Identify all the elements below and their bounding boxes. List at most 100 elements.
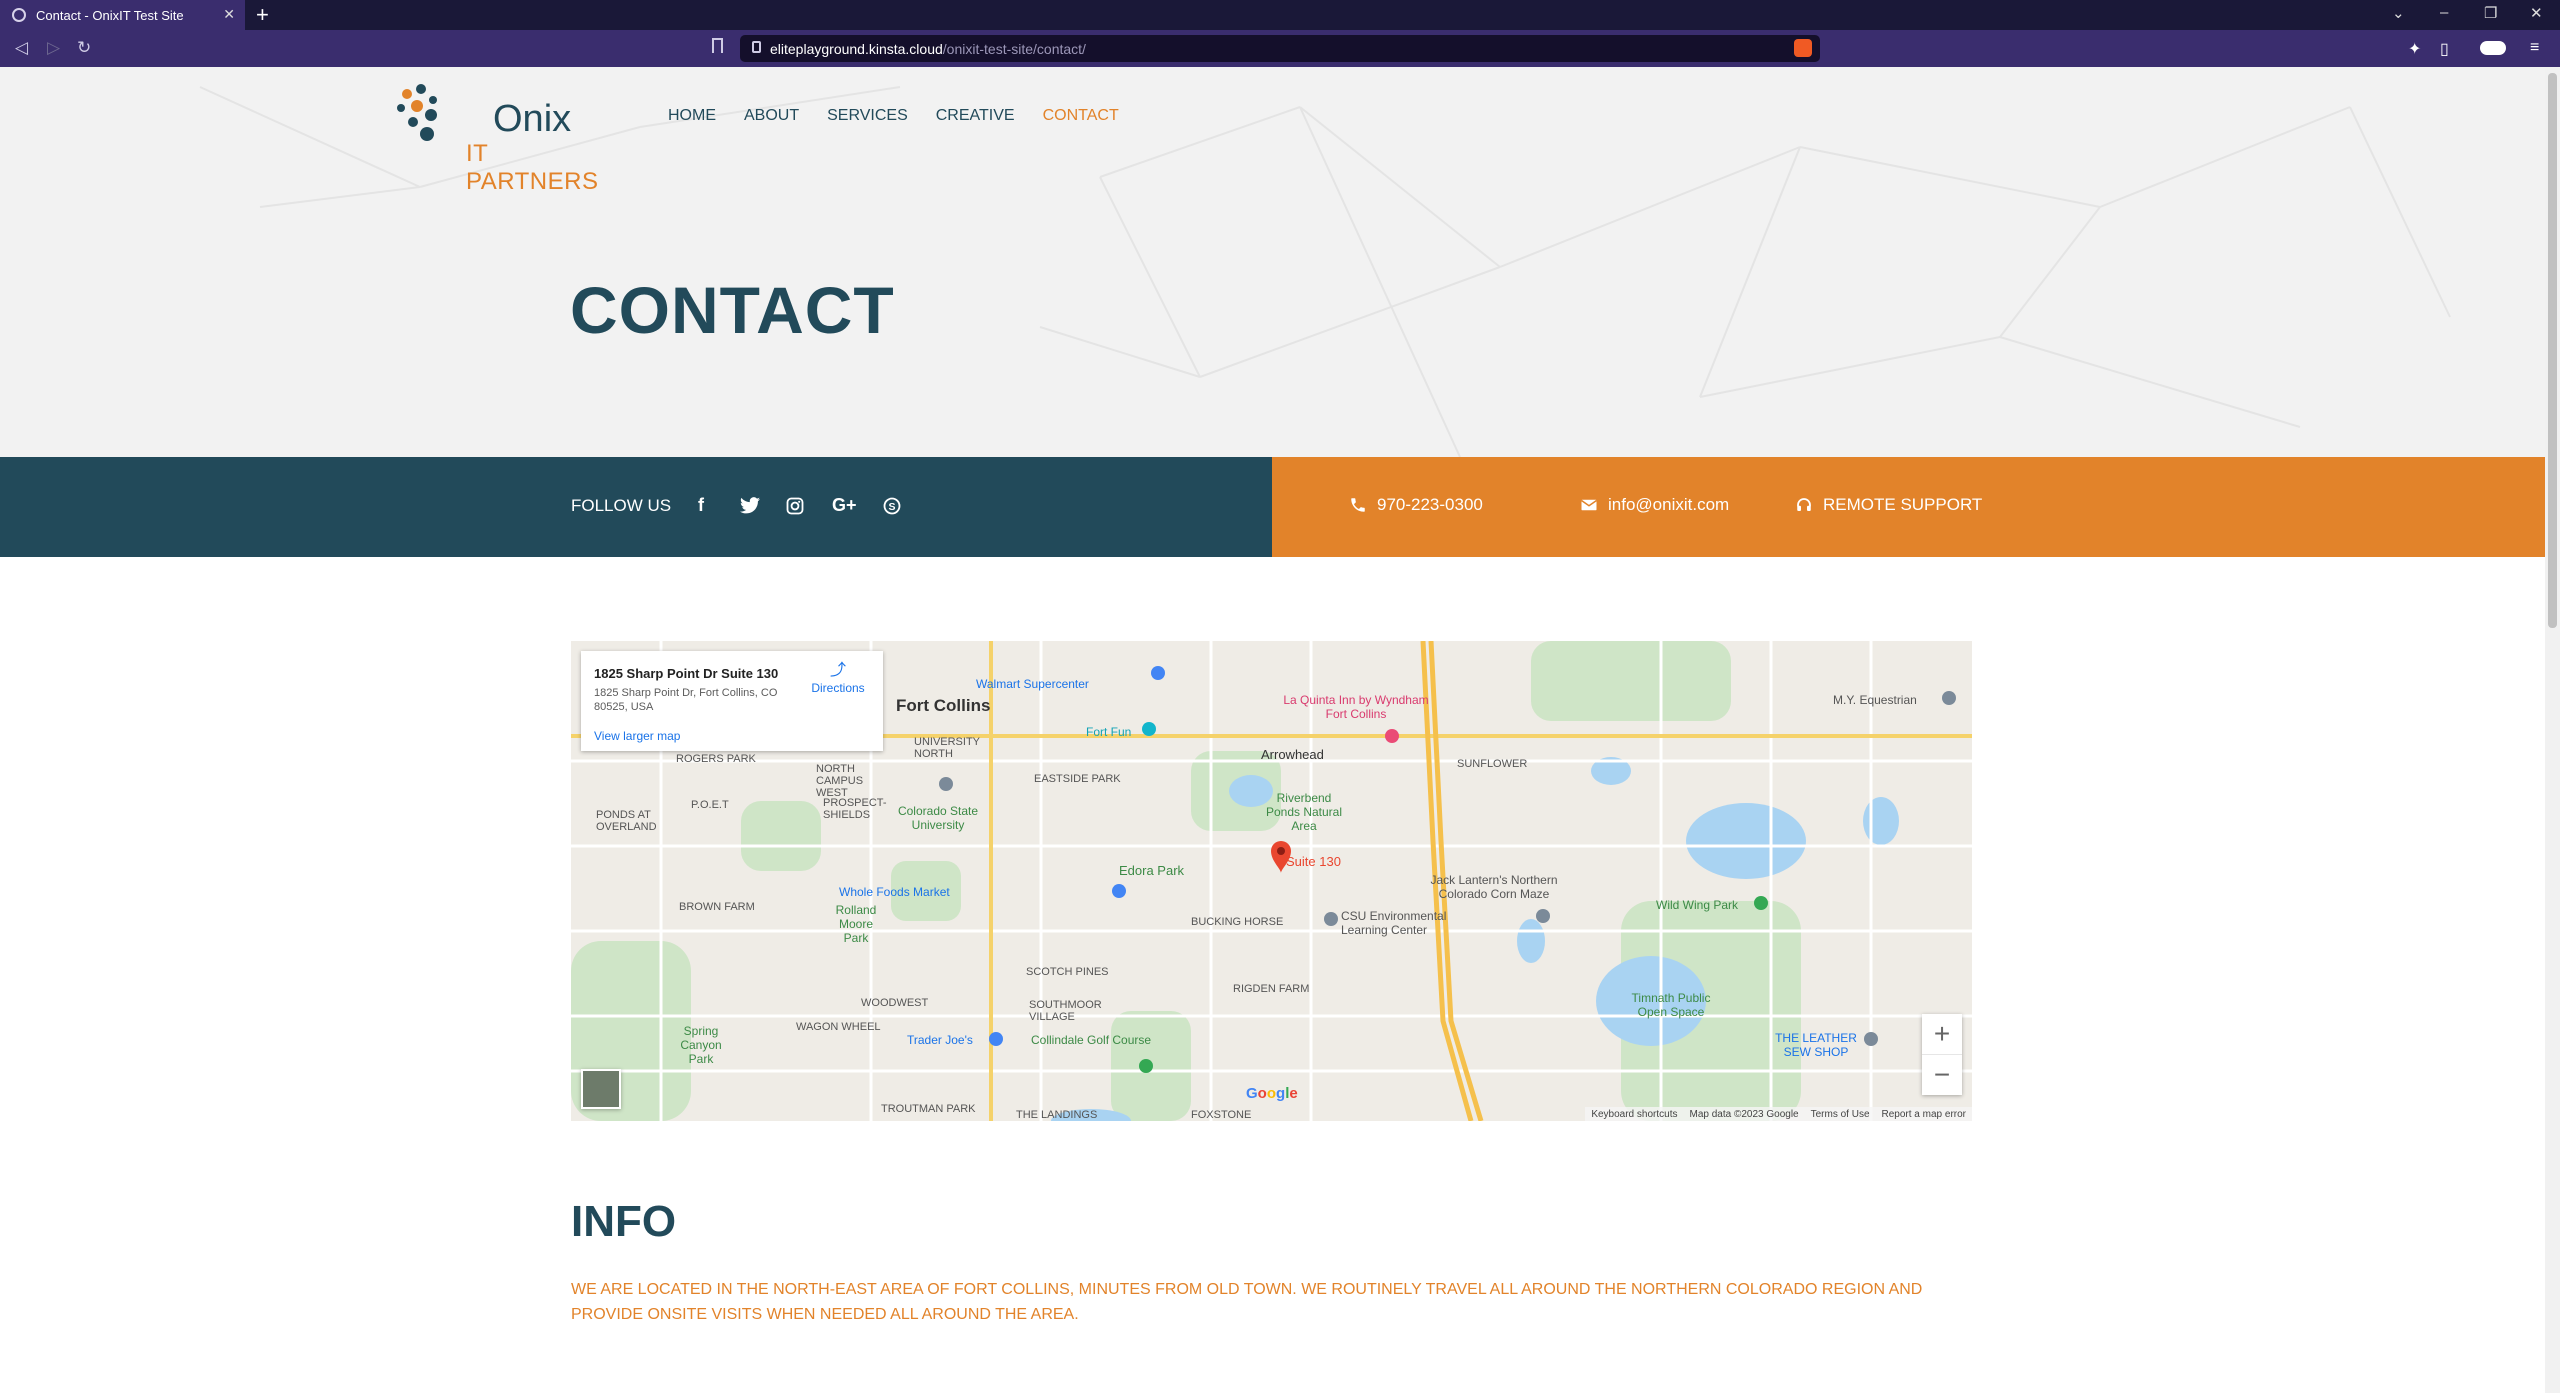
browser-tab-bar: Contact - OnixIT Test Site ✕ + ⌄ – ❐ ✕ bbox=[0, 0, 2560, 30]
map-label: TROUTMAN PARK bbox=[881, 1103, 976, 1115]
remote-support-label: REMOTE SUPPORT bbox=[1823, 495, 1983, 514]
instagram-icon[interactable] bbox=[786, 497, 804, 515]
bookmark-icon[interactable] bbox=[712, 38, 723, 53]
map-label-park: Wild Wing Park bbox=[1656, 898, 1739, 912]
view-larger-map-link[interactable]: View larger map bbox=[594, 729, 680, 743]
address-bar-row: ◁ ▷ ↻ eliteplayground.kinsta.cloud/onixi… bbox=[0, 30, 2560, 67]
tab-close-icon[interactable]: ✕ bbox=[223, 6, 235, 23]
nav-home[interactable]: HOME bbox=[668, 107, 716, 125]
sidebar-icon[interactable]: ▯ bbox=[2440, 39, 2456, 58]
map-label-park: Edora Park bbox=[1119, 863, 1185, 878]
phone-link[interactable]: 970-223-0300 bbox=[1349, 495, 1483, 515]
restore-icon[interactable]: ❐ bbox=[2484, 4, 2497, 22]
map-data-credit: Map data ©2023 Google bbox=[1689, 1108, 1799, 1120]
tab-list-chevron-icon[interactable]: ⌄ bbox=[2392, 4, 2405, 22]
url-path: /onixit-test-site/contact/ bbox=[942, 40, 1086, 57]
window-close-icon[interactable]: ✕ bbox=[2530, 4, 2543, 22]
onix-logo[interactable]: Onix IT PARTNERS bbox=[393, 82, 613, 195]
logo-tagline: IT PARTNERS bbox=[466, 140, 599, 195]
map-label-poi: THE LEATHER SEW SHOP bbox=[1775, 1031, 1857, 1059]
brave-shield-icon[interactable] bbox=[1794, 39, 1812, 57]
page: Onix IT PARTNERS HOME ABOUT SERVICES CRE… bbox=[0, 67, 2545, 1393]
email-address: info@onixit.com bbox=[1608, 495, 1730, 514]
follow-bar: FOLLOW US f G+ S bbox=[0, 457, 1272, 557]
headset-icon bbox=[1797, 498, 1811, 511]
google-logo: Google bbox=[1246, 1085, 1298, 1102]
nav-services[interactable]: SERVICES bbox=[827, 107, 908, 125]
map-label-poi: Walmart Supercenter bbox=[976, 677, 1089, 691]
map-label: BROWN FARM bbox=[679, 901, 755, 913]
map-label-park: Rolland Moore Park bbox=[835, 903, 877, 945]
map-label: Arrowhead bbox=[1261, 747, 1324, 762]
map-label: EASTSIDE PARK bbox=[1034, 773, 1121, 785]
remote-support-link[interactable]: REMOTE SUPPORT bbox=[1795, 495, 1982, 515]
map-label: P.O.E.T bbox=[691, 799, 729, 811]
marker-label: Suite 130 bbox=[1286, 854, 1341, 869]
keyboard-shortcuts-link[interactable]: Keyboard shortcuts bbox=[1591, 1109, 1677, 1120]
extensions-icon[interactable]: ✦ bbox=[2408, 39, 2424, 58]
map-label-fort-collins: Fort Collins bbox=[896, 696, 991, 715]
scrollbar-thumb[interactable] bbox=[2548, 73, 2557, 628]
back-icon[interactable]: ◁ bbox=[15, 38, 28, 58]
map-label: SUNFLOWER bbox=[1457, 758, 1528, 770]
map-label: PROSPECT-SHIELDS bbox=[823, 797, 887, 821]
directions-button[interactable]: ⤴ Directions bbox=[803, 662, 873, 696]
zoom-out-button[interactable]: − bbox=[1922, 1055, 1962, 1095]
place-title: 1825 Sharp Point Dr Suite 130 bbox=[594, 666, 779, 681]
url-field[interactable]: eliteplayground.kinsta.cloud/onixit-test… bbox=[740, 35, 1820, 62]
url-domain: eliteplayground.kinsta.cloud bbox=[770, 40, 943, 57]
map-label: PONDS AT OVERLAND bbox=[596, 809, 657, 833]
minimize-icon[interactable]: – bbox=[2440, 4, 2448, 21]
twitter-icon[interactable] bbox=[740, 497, 760, 514]
terms-of-use-link[interactable]: Terms of Use bbox=[1811, 1109, 1870, 1120]
place-info-card: 1825 Sharp Point Dr Suite 130 1825 Sharp… bbox=[581, 651, 883, 751]
directions-icon: ⤴ bbox=[830, 662, 847, 679]
menu-icon[interactable]: ≡ bbox=[2530, 39, 2546, 56]
map-label-poi: CSU Environmental Learning Center bbox=[1341, 909, 1447, 937]
map-label-poi: Whole Foods Market bbox=[839, 885, 950, 899]
new-tab-icon[interactable]: + bbox=[256, 2, 269, 28]
site-favicon-icon bbox=[12, 8, 26, 22]
main-nav: HOME ABOUT SERVICES CREATIVE CONTACT bbox=[668, 107, 1119, 125]
map-label: SCOTCH PINES bbox=[1026, 966, 1109, 978]
envelope-icon bbox=[1581, 499, 1597, 511]
reload-icon[interactable]: ↻ bbox=[77, 38, 91, 58]
zoom-in-button[interactable]: + bbox=[1922, 1014, 1962, 1054]
map-label-poi: Fort Fun bbox=[1086, 725, 1132, 739]
nav-about[interactable]: ABOUT bbox=[744, 107, 799, 125]
map-label: WOODWEST bbox=[861, 997, 929, 1009]
info-text: WE ARE LOCATED IN THE NORTH-EAST AREA OF… bbox=[571, 1281, 1923, 1323]
wallet-icon[interactable] bbox=[2480, 41, 2506, 55]
map-label: UNIVERSITY NORTH bbox=[914, 736, 980, 760]
browser-tab[interactable]: Contact - OnixIT Test Site ✕ bbox=[0, 0, 245, 30]
map-label: ROGERS PARK bbox=[676, 753, 756, 765]
map-label-park: Spring Canyon Park bbox=[680, 1024, 722, 1066]
map-label: FOXSTONE bbox=[1191, 1109, 1252, 1121]
nav-creative[interactable]: CREATIVE bbox=[936, 107, 1015, 125]
google-map[interactable]: Fort Collins ROGERS PARK UNIVERSITY NORT… bbox=[571, 641, 1972, 1121]
tab-title: Contact - OnixIT Test Site bbox=[36, 7, 184, 23]
map-label-poi: Jack Lantern's Northern Colorado Corn Ma… bbox=[1430, 873, 1558, 901]
google-plus-icon[interactable]: G+ bbox=[832, 495, 857, 516]
hero-section: Onix IT PARTNERS HOME ABOUT SERVICES CRE… bbox=[0, 67, 2545, 457]
page-scrollbar[interactable] bbox=[2545, 67, 2560, 1393]
phone-icon bbox=[1351, 498, 1365, 512]
place-address: 1825 Sharp Point Dr, Fort Collins, CO 80… bbox=[594, 687, 778, 713]
map-label-poi: Colorado State University bbox=[897, 804, 979, 832]
nav-contact[interactable]: CONTACT bbox=[1043, 107, 1119, 125]
svg-text:S: S bbox=[888, 501, 895, 513]
map-label: SOUTHMOOR VILLAGE bbox=[1029, 999, 1102, 1023]
map-label-poi: Collindale Golf Course bbox=[1031, 1033, 1152, 1047]
forward-icon[interactable]: ▷ bbox=[47, 38, 60, 58]
report-map-error-link[interactable]: Report a map error bbox=[1882, 1109, 1966, 1120]
email-link[interactable]: info@onixit.com bbox=[1580, 495, 1729, 515]
phone-number: 970-223-0300 bbox=[1377, 495, 1483, 514]
skype-icon[interactable]: S bbox=[883, 497, 901, 515]
zoom-controls: + − bbox=[1922, 1014, 1962, 1095]
map-label-park: Timnath Public Open Space bbox=[1631, 991, 1711, 1019]
facebook-icon[interactable]: f bbox=[698, 495, 704, 516]
map-label: RIGDEN FARM bbox=[1233, 983, 1310, 995]
directions-label: Directions bbox=[811, 681, 865, 695]
map-type-toggle[interactable] bbox=[581, 1069, 621, 1109]
network-background bbox=[199, 86, 2451, 457]
